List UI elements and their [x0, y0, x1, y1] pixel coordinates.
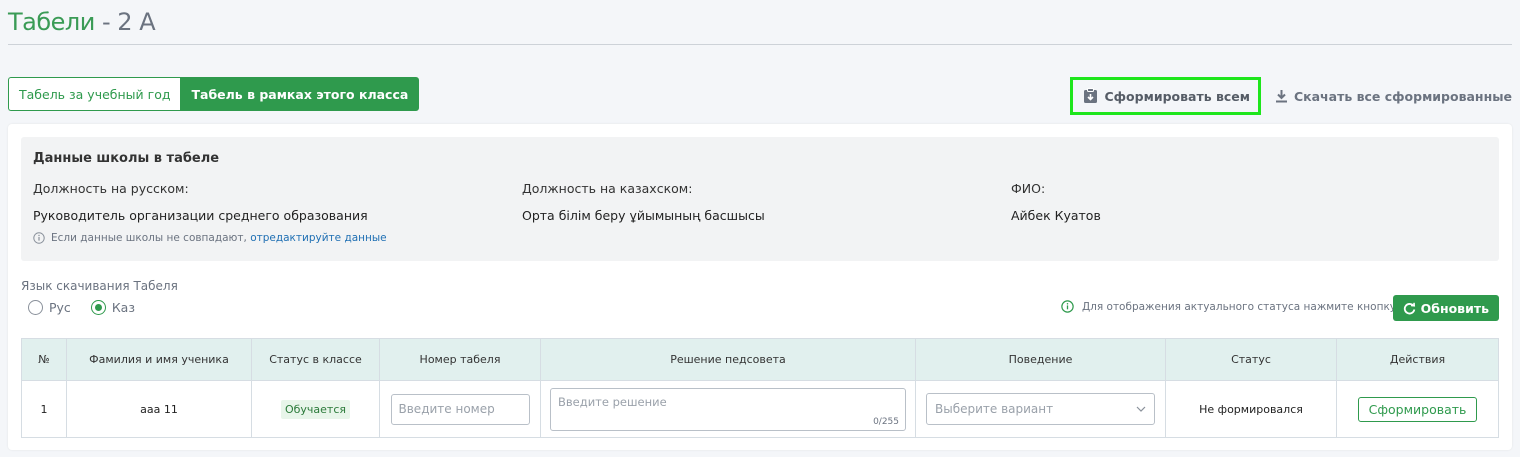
school-info-title: Данные школы в табеле [33, 151, 220, 166]
radio-circle[interactable] [28, 300, 43, 315]
col-student-name: Фамилия и имя ученика [66, 338, 252, 381]
language-radio-group: Рус Каз [28, 300, 135, 315]
student-name: ааа 11 [66, 380, 252, 438]
form-all-button[interactable]: Сформировать всем [1070, 77, 1261, 115]
council-decision-placeholder: Введите решение [558, 394, 667, 409]
col-number: № [21, 338, 67, 381]
info-icon [1061, 300, 1074, 313]
director-name-label: ФИО: [1011, 181, 1046, 196]
position-ru-label: Должность на русском: [33, 181, 189, 196]
tabel-number-cell: Введите номер [379, 380, 541, 438]
position-kz: Должность на казахском: Орта білім беру … [522, 181, 765, 223]
school-info-panel: Данные школы в табеле Должность на русск… [21, 137, 1499, 261]
main-card: Данные школы в табеле Должность на русск… [8, 124, 1512, 450]
actions-cell: Сформировать [1336, 380, 1499, 438]
language-radio-ru[interactable]: Рус [28, 300, 71, 315]
form-button[interactable]: Сформировать [1357, 396, 1478, 422]
behavior-placeholder: Выберите вариант [935, 402, 1054, 416]
download-all-label: Скачать все сформированные [1293, 88, 1512, 104]
class-status-cell: Обучается [251, 380, 380, 438]
edit-school-data-link[interactable]: отредактируйте данные [250, 232, 386, 244]
behavior-select[interactable]: Выберите вариант [926, 393, 1155, 425]
col-behavior: Поведение [915, 338, 1166, 381]
row-number: 1 [21, 380, 67, 438]
status-cell: Не формировался [1165, 380, 1337, 438]
table-row: 1 ааа 11 Обучается Введите номер Введите… [21, 380, 1499, 438]
director-name-value: Айбек Куатов [1011, 208, 1101, 223]
class-status-badge: Обучается [280, 399, 351, 419]
toolbar-actions: Сформировать всем Скачать все сформирова… [1070, 77, 1512, 115]
char-counter: 0/255 [873, 416, 899, 427]
refresh-label: Обновить [1420, 300, 1489, 316]
form-all-label: Сформировать всем [1104, 88, 1250, 104]
col-status: Статус [1165, 338, 1337, 381]
page-title-text: Табели [8, 8, 95, 36]
refresh-icon [1403, 302, 1416, 315]
position-kz-value: Орта білім беру ұйымының басшысы [522, 208, 765, 223]
status-hint: Для отображения актуального статуса нажм… [1061, 300, 1396, 313]
council-decision-textarea[interactable]: Введите решение 0/255 [550, 387, 906, 431]
clipboard-download-icon [1083, 88, 1098, 104]
language-radio-ru-label: Рус [49, 300, 71, 315]
radio-circle[interactable] [90, 300, 106, 315]
page-title: Табели - 2 А [8, 8, 156, 36]
col-council-decision: Решение педсовета [540, 338, 916, 381]
tab-class[interactable]: Табель в рамках этого класса [180, 77, 420, 111]
language-label: Язык скачивания Табеля [21, 279, 178, 293]
info-icon [33, 232, 45, 244]
council-decision-cell: Введите решение 0/255 [540, 380, 916, 438]
school-info-note-text: Если данные школы не совпадают, [51, 232, 251, 244]
tab-school-year[interactable]: Табель за учебный год [8, 77, 181, 111]
students-table: № Фамилия и имя ученика Статус в классе … [21, 338, 1499, 438]
position-ru: Должность на русском: Руководитель орган… [33, 181, 368, 223]
language-radio-kz-label: Каз [111, 300, 135, 315]
refresh-button[interactable]: Обновить [1392, 295, 1499, 321]
title-divider [8, 44, 1512, 45]
school-info-note: Если данные школы не совпадают, отредакт… [33, 232, 387, 244]
chevron-down-icon [1136, 406, 1146, 412]
status-hint-text: Для отображения актуального статуса нажм… [1081, 300, 1396, 313]
tabel-number-input[interactable]: Введите номер [390, 393, 530, 425]
download-all-button[interactable]: Скачать все сформированные [1275, 89, 1512, 104]
tabs: Табель за учебный год Табель в рамках эт… [8, 77, 420, 111]
download-icon [1275, 89, 1288, 103]
page-title-class: - 2 А [94, 8, 156, 36]
col-tabel-number: Номер табеля [379, 338, 541, 381]
behavior-cell: Выберите вариант [915, 380, 1166, 438]
table-header-row: № Фамилия и имя ученика Статус в классе … [21, 338, 1499, 381]
position-kz-label: Должность на казахском: [522, 181, 693, 196]
language-radio-kz[interactable]: Каз [90, 300, 135, 315]
position-ru-value: Руководитель организации среднего образо… [33, 208, 368, 223]
col-class-status: Статус в классе [251, 338, 380, 381]
director-name: ФИО: Айбек Куатов [1011, 181, 1101, 223]
col-actions: Действия [1336, 338, 1499, 381]
